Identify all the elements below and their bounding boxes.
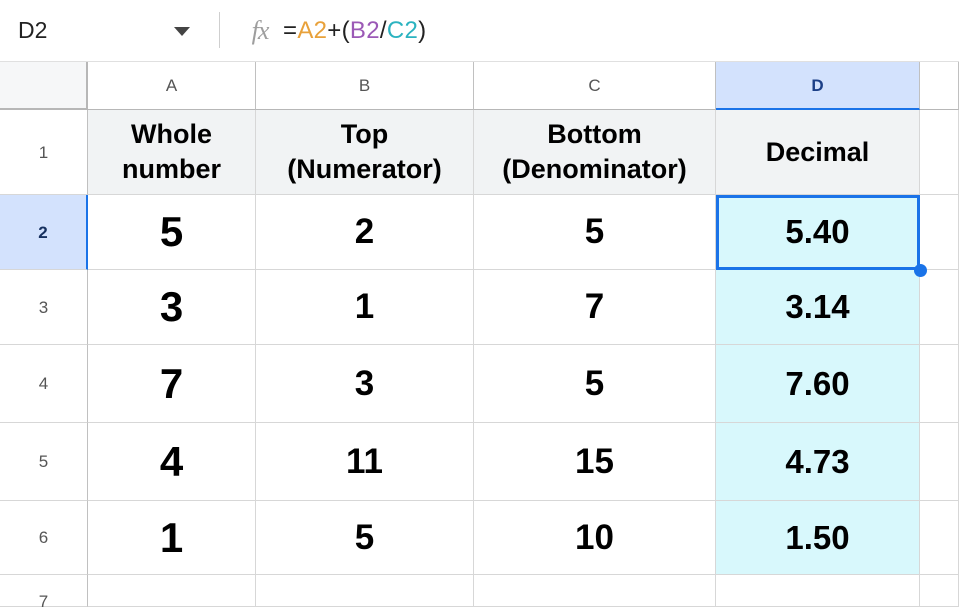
cell-E7[interactable] xyxy=(920,575,959,607)
column-header-a[interactable]: A xyxy=(88,62,256,110)
formula-token-5: / xyxy=(379,17,387,44)
row-header-1[interactable]: 1 xyxy=(0,110,88,195)
name-box[interactable]: D2 xyxy=(18,13,168,47)
fill-handle[interactable] xyxy=(914,264,927,277)
cell-B3[interactable]: 1 xyxy=(256,270,474,345)
row-header-6[interactable]: 6 xyxy=(0,501,88,575)
formula-token-0: = xyxy=(283,17,298,44)
row-header-label: 1 xyxy=(38,143,49,162)
cell-A5[interactable]: 4 xyxy=(88,423,256,501)
column-header-d[interactable]: D xyxy=(716,62,920,110)
cell-D2[interactable]: 5.40 xyxy=(716,195,920,270)
cell-D4[interactable]: 7.60 xyxy=(716,345,920,423)
spreadsheet-grid: A B C D 1 2 3 4 5 6 7 Whole number Top (Numerator) Bo… xyxy=(0,62,959,607)
row-header-label: 7 xyxy=(38,592,49,607)
cell-B4[interactable]: 3 xyxy=(256,345,474,423)
formula-token-3: ( xyxy=(341,17,350,44)
fx-icon: fx xyxy=(251,16,270,45)
column-header-e[interactable] xyxy=(920,62,959,110)
cell-D6[interactable]: 1.50 xyxy=(716,501,920,575)
formula-token-7: ) xyxy=(418,17,427,44)
select-all-corner[interactable] xyxy=(0,62,88,110)
cell-B1[interactable]: Top (Numerator) xyxy=(256,110,474,195)
cell-B7[interactable] xyxy=(256,575,474,607)
cell-A4[interactable]: 7 xyxy=(88,345,256,423)
cell-B6[interactable]: 5 xyxy=(256,501,474,575)
row-header-label: 2 xyxy=(38,223,48,242)
cell-D3[interactable]: 3.14 xyxy=(716,270,920,345)
cell-A3[interactable]: 3 xyxy=(88,270,256,345)
cell-D1[interactable]: Decimal xyxy=(716,110,920,195)
row-header-4[interactable]: 4 xyxy=(0,345,88,423)
row-header-2[interactable]: 2 xyxy=(0,195,88,270)
cell-B5[interactable]: 11 xyxy=(256,423,474,501)
row-header-label: 5 xyxy=(38,452,49,471)
cell-E2[interactable] xyxy=(920,195,959,270)
cell-A2[interactable]: 5 xyxy=(88,195,256,270)
formula-input[interactable]: =A2+(B2/C2) xyxy=(283,12,943,50)
cell-C7[interactable] xyxy=(474,575,716,607)
cell-D5[interactable]: 4.73 xyxy=(716,423,920,501)
cell-A1[interactable]: Whole number xyxy=(88,110,256,195)
cell-C6[interactable]: 10 xyxy=(474,501,716,575)
cell-B2[interactable]: 2 xyxy=(256,195,474,270)
formula-token-1: A2 xyxy=(297,17,328,44)
column-header-b[interactable]: B xyxy=(256,62,474,110)
cell-C1[interactable]: Bottom (Denominator) xyxy=(474,110,716,195)
formula-token-2: + xyxy=(327,17,342,44)
cell-C2[interactable]: 5 xyxy=(474,195,716,270)
column-header-c[interactable]: C xyxy=(474,62,716,110)
formula-token-4: B2 xyxy=(349,17,380,44)
cell-E6[interactable] xyxy=(920,501,959,575)
row-header-label: 4 xyxy=(38,374,49,393)
cell-E3[interactable] xyxy=(920,270,959,345)
row-header-7[interactable]: 7 xyxy=(0,575,88,607)
row-header-3[interactable]: 3 xyxy=(0,270,88,345)
cell-C3[interactable]: 7 xyxy=(474,270,716,345)
cell-A7[interactable] xyxy=(88,575,256,607)
row-header-5[interactable]: 5 xyxy=(0,423,88,501)
cell-E5[interactable] xyxy=(920,423,959,501)
formula-bar: D2 fx =A2+(B2/C2) xyxy=(0,0,959,62)
cell-E4[interactable] xyxy=(920,345,959,423)
toolbar-divider xyxy=(219,12,220,48)
cell-D7[interactable] xyxy=(716,575,920,607)
cell-C5[interactable]: 15 xyxy=(474,423,716,501)
row-header-label: 6 xyxy=(38,528,49,547)
cell-A6[interactable]: 1 xyxy=(88,501,256,575)
formula-token-6: C2 xyxy=(386,17,419,44)
cell-E1[interactable] xyxy=(920,110,959,195)
row-header-label: 3 xyxy=(38,298,49,317)
chevron-down-icon[interactable] xyxy=(170,22,194,40)
cell-C4[interactable]: 5 xyxy=(474,345,716,423)
